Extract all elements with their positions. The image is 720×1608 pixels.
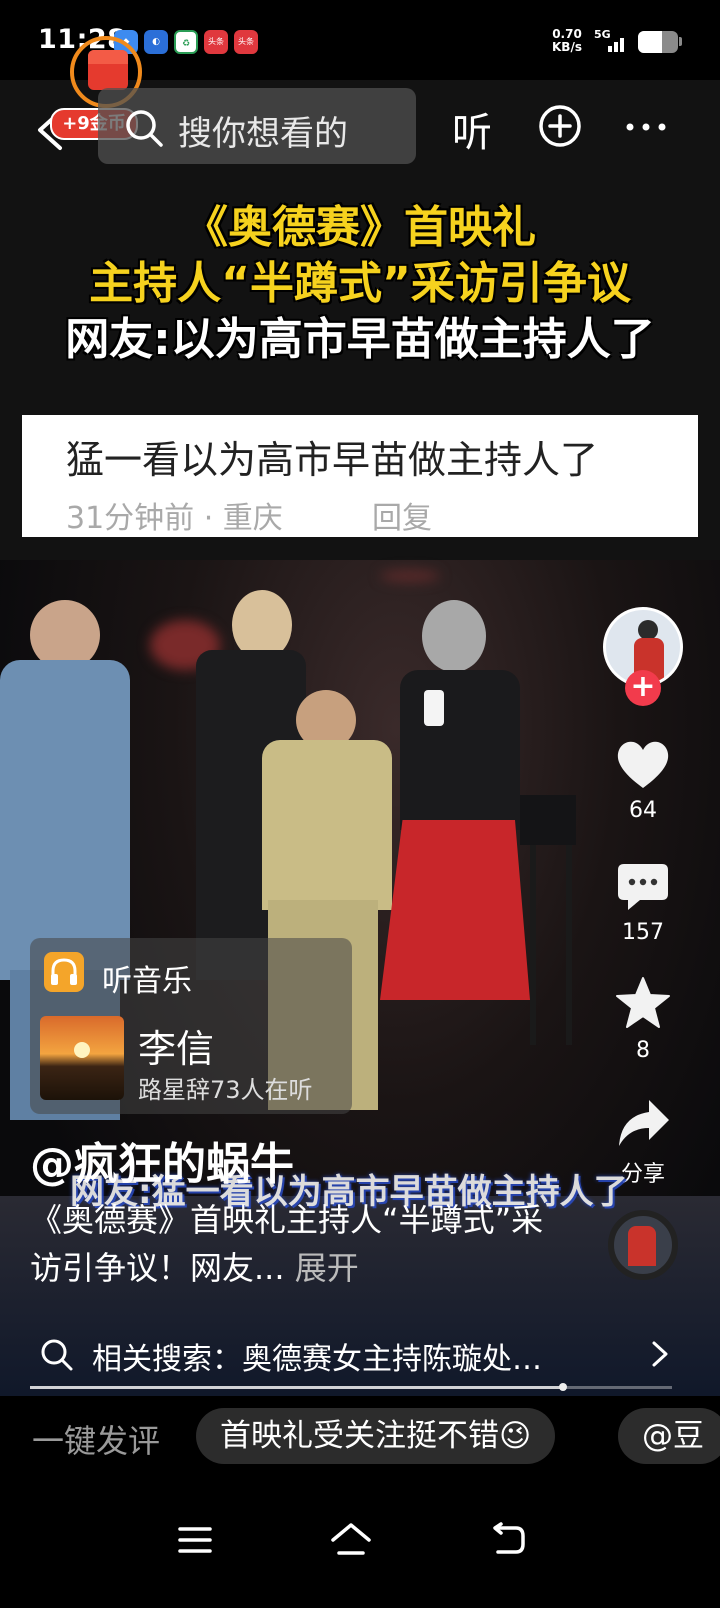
music-card[interactable]: 听音乐 李信 路星辞73人在听	[30, 938, 352, 1114]
heart-icon	[617, 741, 669, 788]
headline-line-3: 网友:以为高市早苗做主持人了	[65, 314, 655, 365]
like-count: 64	[629, 798, 657, 823]
quick-comment-bar: 一键发评 首映礼受关注挺不错😉 @豆	[0, 1396, 720, 1480]
net-speed: 0.70 KB/s	[552, 28, 582, 54]
toutiao-icon: 头条	[234, 30, 258, 54]
headline-line-2: 主持人“半蹲式”采访引争议	[89, 258, 631, 309]
add-icon[interactable]	[538, 104, 582, 148]
app-notification-icon: ♻	[174, 30, 198, 54]
search-box[interactable]: 搜你想看的	[98, 88, 416, 164]
like-button[interactable]: 64	[608, 738, 678, 823]
video-headline: 《奥德赛》首映礼 主持人“半蹲式”采访引争议 网友:以为高市早苗做主持人了	[0, 200, 720, 368]
expand-link[interactable]: 展开	[295, 1249, 359, 1287]
chevron-right-icon	[652, 1341, 668, 1367]
music-disc-icon[interactable]	[608, 1210, 678, 1280]
playback-progress[interactable]	[30, 1383, 672, 1391]
search-placeholder: 搜你想看的	[178, 114, 348, 154]
app-notification-icon: ◐	[144, 30, 168, 54]
back-nav-icon[interactable]	[490, 1522, 526, 1556]
comment-icon	[618, 864, 668, 910]
follow-button[interactable]: +	[625, 670, 661, 706]
home-icon[interactable]	[330, 1522, 372, 1556]
related-search-text: 相关搜索：奥德赛女主持陈璇处…	[92, 1342, 542, 1377]
favorite-count: 8	[636, 1038, 650, 1063]
headphones-icon	[44, 952, 84, 992]
menu-icon[interactable]	[178, 1526, 212, 1554]
quoted-comment-card: 猛一看以为高市早苗做主持人了 31分钟前 · 重庆 回复	[22, 415, 698, 537]
battery-icon	[638, 31, 678, 53]
comment-suggestion-chip[interactable]: 首映礼受关注挺不错😉	[196, 1408, 556, 1464]
star-icon	[616, 977, 670, 1028]
music-artist: 李信	[138, 1027, 215, 1071]
search-icon	[126, 110, 163, 147]
network-type: 5G	[594, 28, 611, 41]
share-icon	[619, 1100, 669, 1146]
description-text: 《奥德赛》首映礼主持人“半蹲式”采访引争议！网友...	[30, 1201, 544, 1287]
notification-icons: ◆ ◐ ♻ 头条 头条	[114, 30, 258, 54]
search-icon	[41, 1339, 73, 1371]
comment-suggestion-chip[interactable]: @豆	[618, 1408, 720, 1464]
battery-fill	[638, 31, 662, 53]
author-name[interactable]: @疯狂的蜗牛	[30, 1128, 294, 1192]
quoted-comment-meta: 31分钟前 · 重庆	[66, 501, 283, 536]
toutiao-icon: 头条	[204, 30, 228, 54]
headline-line-1: 《奥德赛》首映礼	[184, 202, 536, 253]
battery-tip	[679, 37, 682, 46]
favorite-button[interactable]: 8	[608, 976, 678, 1063]
navigation-bar	[0, 1480, 720, 1608]
listen-button[interactable]: 听	[452, 100, 492, 158]
album-cover	[40, 1016, 124, 1100]
comment-button[interactable]: 157	[608, 862, 678, 945]
net-speed-unit: KB/s	[552, 40, 582, 54]
quoted-comment-reply: 回复	[372, 501, 432, 536]
video-description[interactable]: 《奥德赛》首映礼主持人“半蹲式”采访引争议！网友... 展开	[30, 1196, 570, 1292]
person-figure	[422, 600, 486, 672]
quick-comment-label[interactable]: 一键发评	[32, 1416, 160, 1462]
comment-count: 157	[622, 920, 664, 945]
progress-fill	[30, 1386, 563, 1389]
signal-icon: 5G	[594, 28, 624, 54]
music-listeners: 路星辞73人在听	[138, 1076, 313, 1104]
progress-knob[interactable]	[558, 1383, 567, 1391]
quoted-comment-text: 猛一看以为高市早苗做主持人了	[66, 438, 599, 482]
more-icon[interactable]	[624, 112, 668, 142]
related-search-bar[interactable]: 相关搜索：奥德赛女主持陈璇处…	[30, 1322, 670, 1382]
listen-music-label: 听音乐	[102, 964, 192, 999]
